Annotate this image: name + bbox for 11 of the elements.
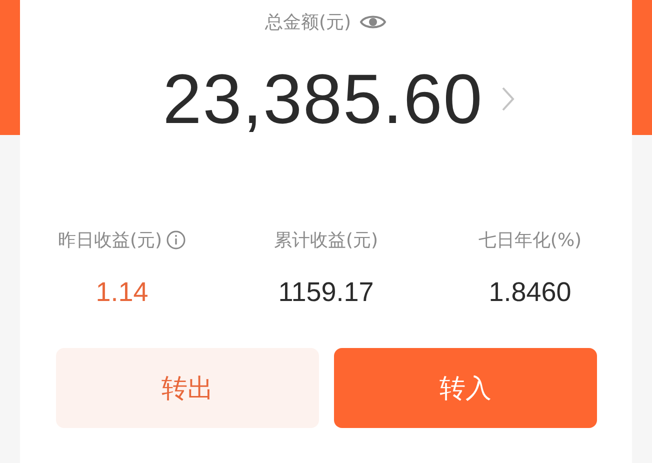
stat-value: 1.14 <box>96 277 148 308</box>
balance-amount[interactable]: 23,385.60 <box>162 59 484 139</box>
stat-label: 昨日收益(元) <box>58 229 162 252</box>
stat-label: 七日年化(%) <box>478 229 582 252</box>
stat-value: 1159.17 <box>278 277 374 308</box>
transfer-out-button[interactable]: 转出 <box>56 348 319 428</box>
stat-value: 1.8460 <box>488 277 572 308</box>
balance-label: 总金额(元) <box>264 11 352 34</box>
stat-label: 累计收益(元) <box>274 229 378 252</box>
info-icon[interactable] <box>166 230 186 250</box>
transfer-in-button[interactable]: 转入 <box>334 348 597 428</box>
